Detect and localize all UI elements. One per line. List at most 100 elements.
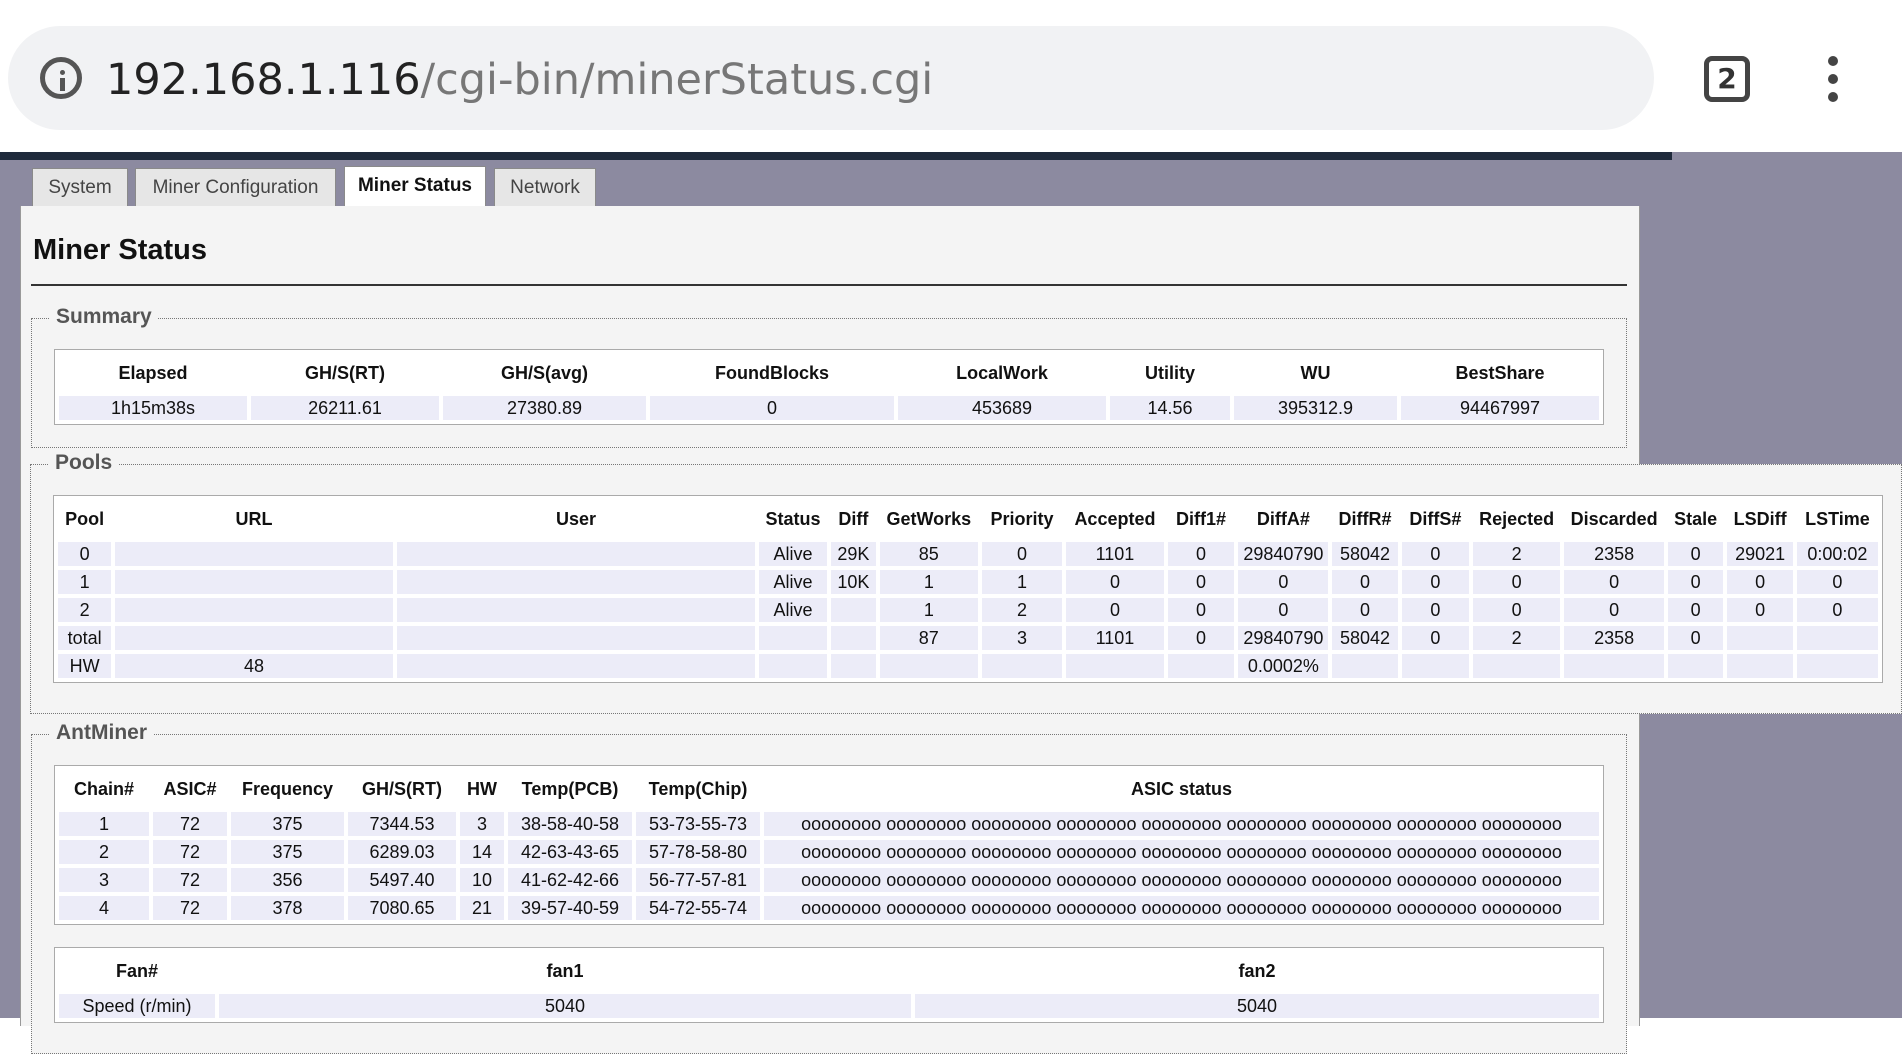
pool-user-cell [396,598,756,622]
frequency-cell: 375 [231,812,344,836]
pool-getworks-cell [880,654,978,678]
url-text[interactable]: 192.168.1.116/cgi-bin/minerStatus.cgi [106,52,933,108]
summary-section: Summary Elapsed GH/S(RT) GH/S(avg) Found… [31,305,1627,448]
pools-header: Status [759,500,827,538]
pool-diff-cell [830,626,877,650]
antminer-header: Temp(Chip) [636,770,760,808]
tab-miner-configuration[interactable]: Miner Configuration [135,168,336,206]
pool-status-cell [759,654,827,678]
antminer-section: AntMiner Chain# ASIC# Frequency GH/S(RT)… [31,721,1627,1054]
fan-header: fan1 [219,952,911,990]
pool-getworks-cell: 87 [880,626,978,650]
pool-cell: 2 [58,598,112,622]
pools-header: Rejected [1472,500,1561,538]
temp-pcb-cell: 42-63-43-65 [508,840,632,864]
pool-lstime-cell: 0 [1796,570,1878,594]
summary-value: 395312.9 [1234,396,1397,420]
tab-miner-status[interactable]: Miner Status [344,166,486,208]
summary-value-row: 1h15m38s 26211.61 27380.89 0 453689 14.5… [59,396,1599,420]
pool-diffr-cell: 0 [1332,570,1398,594]
chain-cell: 1 [59,812,149,836]
pool-url-cell [115,542,393,566]
table-row: 1 Alive 10K 1 1 0 0 0 0 0 0 0 0 0 0 [58,570,1878,594]
pool-diff-cell [830,598,877,622]
pool-diffr-cell: 58042 [1332,542,1398,566]
pool-lstime-cell [1796,626,1878,650]
pools-section: Pools Pool URL User Status Diff GetWorks… [30,451,1902,714]
pool-accepted-cell: 1101 [1066,626,1164,650]
summary-legend: Summary [50,305,158,329]
fan1-speed-cell: 5040 [219,994,911,1018]
pool-getworks-cell: 1 [880,598,978,622]
chain-cell: 3 [59,868,149,892]
tab-system[interactable]: System [32,168,128,206]
temp-chip-cell: 53-73-55-73 [636,812,760,836]
pool-diffs-cell: 0 [1401,598,1469,622]
table-row: HW 48 0.0002% [58,654,1878,678]
pool-cell: 1 [58,570,112,594]
pool-lstime-cell [1796,654,1878,678]
asic-cell: 72 [153,896,227,920]
summary-value: 0 [650,396,894,420]
fan-header-row: Fan# fan1 fan2 [59,952,1599,990]
info-icon[interactable] [40,57,82,99]
ghs-cell: 7080.65 [348,896,456,920]
pools-table: Pool URL User Status Diff GetWorks Prior… [53,495,1883,683]
pool-diffa-cell: 0 [1238,570,1329,594]
pools-header: URL [115,500,393,538]
fan-table: Fan# fan1 fan2 Speed (r/min) 5040 5040 [54,947,1604,1023]
pool-accepted-cell: 1101 [1066,542,1164,566]
pool-url-cell: 48 [115,654,393,678]
pools-header-row: Pool URL User Status Diff GetWorks Prior… [58,500,1878,538]
antminer-header: HW [460,770,504,808]
summary-table: Elapsed GH/S(RT) GH/S(avg) FoundBlocks L… [54,349,1604,425]
pool-cell: HW [58,654,112,678]
pool-priority-cell: 2 [981,598,1063,622]
antminer-header: Frequency [231,770,344,808]
pool-getworks-cell: 85 [880,542,978,566]
more-menu-icon[interactable] [1822,56,1846,102]
asic-status-cell: oooooooo oooooooo oooooooo oooooooo oooo… [764,896,1599,920]
pool-stale-cell: 0 [1667,570,1724,594]
table-row: 0 Alive 29K 85 0 1101 0 29840790 58042 0… [58,542,1878,566]
pool-priority-cell: 0 [981,542,1063,566]
asic-cell: 72 [153,840,227,864]
tab-network[interactable]: Network [494,168,596,206]
tab-switcher-button[interactable]: 2 [1704,56,1750,102]
pool-cell: 0 [58,542,112,566]
pool-lstime-cell: 0 [1796,598,1878,622]
antminer-header: Chain# [59,770,149,808]
pool-accepted-cell [1066,654,1164,678]
pool-cell: total [58,626,112,650]
pool-lsdiff-cell: 0 [1727,570,1793,594]
pools-header: DiffR# [1332,500,1398,538]
ghs-cell: 6289.03 [348,840,456,864]
hw-cell: 14 [460,840,504,864]
pool-diffa-cell: 0 [1238,598,1329,622]
header-bar [0,152,1672,160]
chain-cell: 2 [59,840,149,864]
pool-diffr-cell: 58042 [1332,626,1398,650]
page: System Miner Configuration Miner Status … [0,152,1902,1054]
pool-diff1-cell: 0 [1167,626,1235,650]
chain-cell: 4 [59,896,149,920]
summary-value: 26211.61 [251,396,439,420]
table-row: total 87 3 1101 0 29840790 58042 0 2 235… [58,626,1878,650]
temp-chip-cell: 56-77-57-81 [636,868,760,892]
pools-header: GetWorks [880,500,978,538]
pools-header: DiffA# [1238,500,1329,538]
frequency-cell: 356 [231,868,344,892]
table-row: 2 72 375 6289.03 14 42-63-43-65 57-78-58… [59,840,1599,864]
pool-url-cell [115,570,393,594]
antminer-header-row: Chain# ASIC# Frequency GH/S(RT) HW Temp(… [59,770,1599,808]
pool-stale-cell: 0 [1667,626,1724,650]
asic-cell: 72 [153,868,227,892]
summary-header: LocalWork [898,354,1106,392]
pool-diff1-cell: 0 [1167,542,1235,566]
fan-label-cell: Speed (r/min) [59,994,215,1018]
pool-user-cell [396,570,756,594]
summary-value: 14.56 [1110,396,1230,420]
pool-rejected-cell: 0 [1472,570,1561,594]
fan-header: Fan# [59,952,215,990]
table-row: 2 Alive 1 2 0 0 0 0 0 0 0 0 0 0 [58,598,1878,622]
